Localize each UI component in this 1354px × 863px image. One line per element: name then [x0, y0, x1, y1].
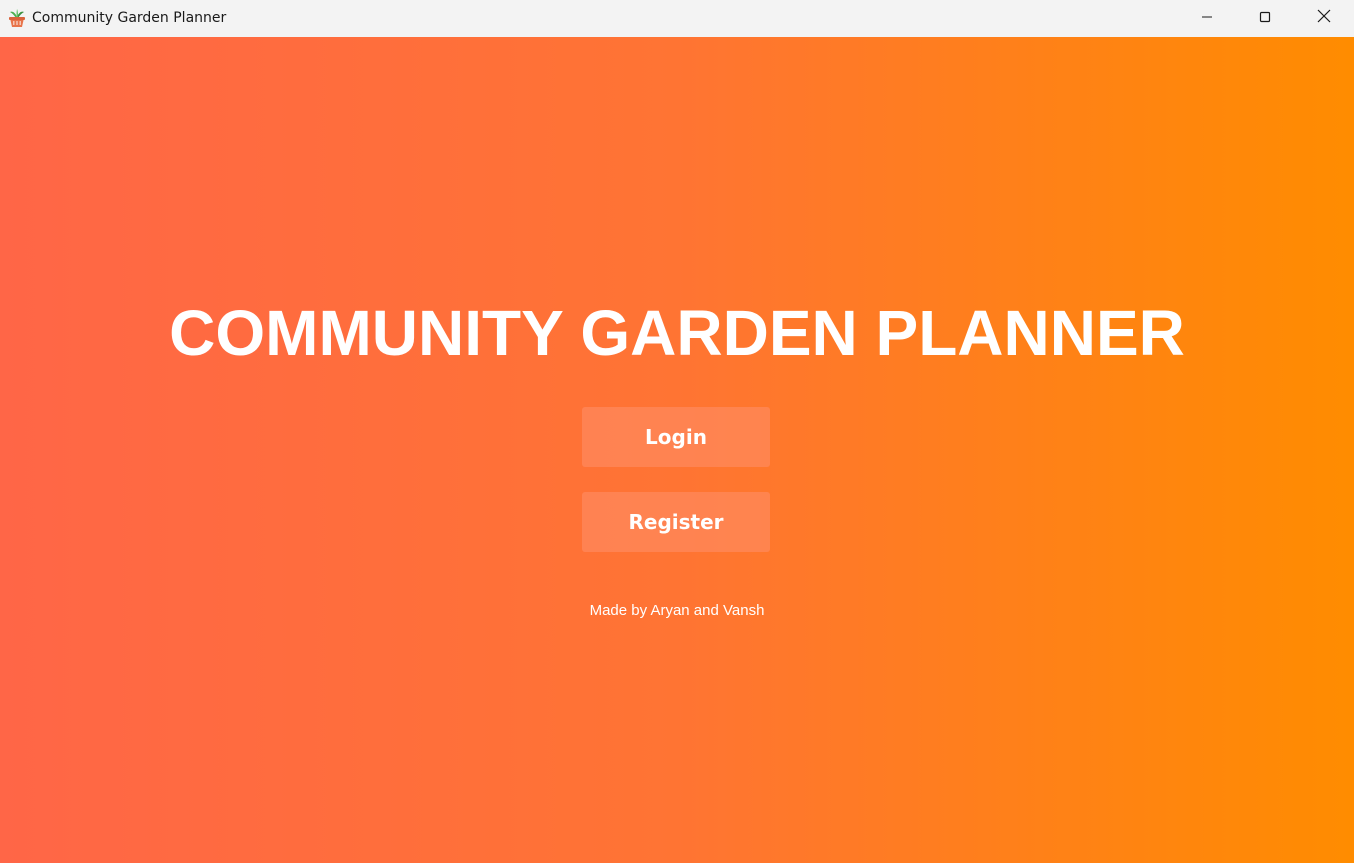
credits-text: Made by Aryan and Vansh [589, 602, 765, 619]
minimize-icon [1201, 10, 1213, 28]
main-content: COMMUNITY GARDEN PLANNER Login Register … [0, 37, 1354, 863]
page-title: COMMUNITY GARDEN PLANNER [169, 297, 1185, 369]
maximize-button[interactable] [1236, 0, 1294, 37]
title-bar[interactable]: Community Garden Planner [0, 0, 1354, 37]
close-button[interactable] [1295, 0, 1353, 37]
login-button[interactable]: Login [582, 407, 770, 467]
close-icon [1317, 9, 1331, 28]
minimize-button[interactable] [1178, 0, 1236, 37]
maximize-icon [1259, 10, 1271, 28]
app-window: Community Garden Planner COMMUNITY GARDE… [0, 0, 1354, 863]
register-button[interactable]: Register [582, 492, 770, 552]
window-title: Community Garden Planner [32, 10, 227, 26]
potted-plant-icon [8, 8, 26, 28]
